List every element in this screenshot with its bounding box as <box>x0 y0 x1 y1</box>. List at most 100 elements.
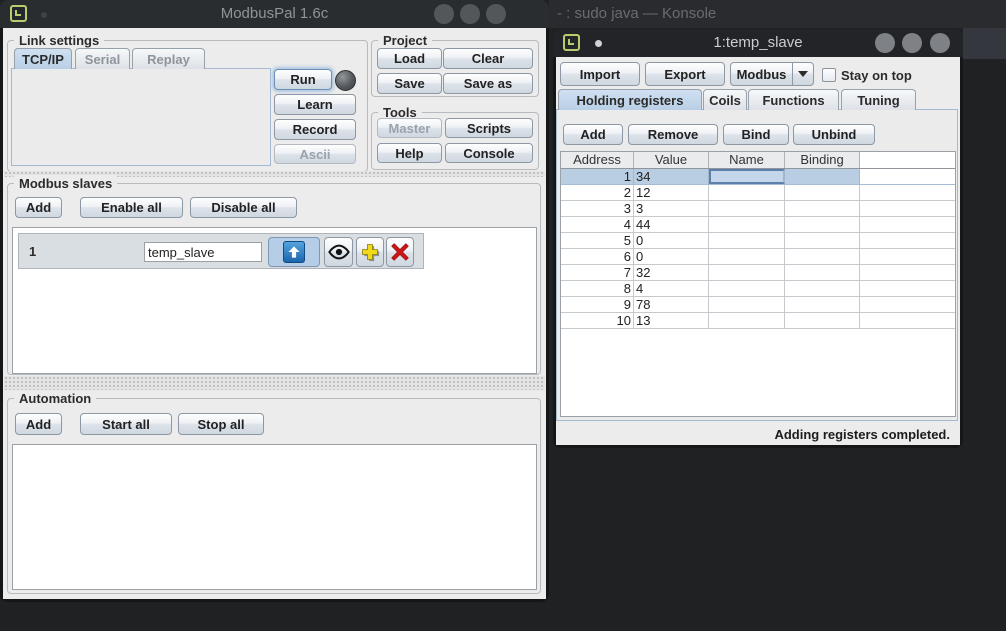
record-button[interactable]: Record <box>274 119 356 140</box>
tab-tuning[interactable]: Tuning <box>841 89 916 110</box>
table-cell[interactable] <box>785 249 860 264</box>
console-button[interactable]: Console <box>445 143 533 163</box>
column-header-address[interactable]: Address <box>561 152 634 168</box>
column-header-name[interactable]: Name <box>709 152 785 168</box>
table-cell[interactable]: 0 <box>634 233 709 248</box>
split-divider[interactable] <box>4 376 545 390</box>
slave-view-button[interactable] <box>324 237 353 267</box>
table-cell[interactable]: 3 <box>634 201 709 216</box>
learn-button[interactable]: Learn <box>274 94 356 115</box>
table-cell[interactable]: 3 <box>561 201 634 216</box>
table-cell[interactable] <box>785 201 860 216</box>
table-cell[interactable]: 10 <box>561 313 634 328</box>
close-button[interactable] <box>930 33 950 53</box>
table-cell[interactable] <box>709 169 785 184</box>
stay-on-top-checkbox[interactable] <box>822 68 836 82</box>
table-cell[interactable] <box>785 265 860 280</box>
tab-tcpip[interactable]: TCP/IP <box>14 48 72 69</box>
slave-row[interactable]: 1 <box>18 233 424 269</box>
table-cell[interactable] <box>785 217 860 232</box>
table-row[interactable]: 60 <box>561 249 955 265</box>
tab-coils[interactable]: Coils <box>703 89 747 110</box>
minimize-button[interactable] <box>875 33 895 53</box>
table-cell[interactable]: 34 <box>634 169 709 184</box>
table-cell[interactable] <box>785 185 860 200</box>
table-cell[interactable] <box>785 233 860 248</box>
table-cell[interactable] <box>709 233 785 248</box>
register-remove-button[interactable]: Remove <box>628 124 718 145</box>
table-cell[interactable]: 8 <box>561 281 634 296</box>
table-cell[interactable]: 7 <box>561 265 634 280</box>
tab-serial[interactable]: Serial <box>75 48 130 69</box>
start-all-button[interactable]: Start all <box>80 413 172 435</box>
combobox-arrow-button[interactable] <box>792 62 814 86</box>
help-button[interactable]: Help <box>377 143 442 163</box>
minimize-button[interactable] <box>434 4 454 24</box>
register-add-button[interactable]: Add <box>563 124 623 145</box>
slave-titlebar[interactable]: 1:temp_slave <box>553 29 963 57</box>
slave-name-input[interactable] <box>144 242 262 262</box>
table-cell[interactable] <box>785 169 860 184</box>
table-cell[interactable] <box>709 249 785 264</box>
slave-enable-toggle[interactable] <box>268 237 320 267</box>
column-header-value[interactable]: Value <box>634 152 709 168</box>
table-row[interactable]: 212 <box>561 185 955 201</box>
slave-add-function-button[interactable] <box>356 237 384 267</box>
clear-button[interactable]: Clear <box>443 48 533 69</box>
save-as-button[interactable]: Save as <box>443 73 533 94</box>
table-cell[interactable]: 12 <box>634 185 709 200</box>
enable-all-button[interactable]: Enable all <box>80 197 183 218</box>
disable-all-button[interactable]: Disable all <box>190 197 297 218</box>
load-button[interactable]: Load <box>377 48 442 69</box>
mode-combobox[interactable]: Modbus <box>730 62 793 86</box>
tab-holding-registers[interactable]: Holding registers <box>558 89 702 110</box>
table-cell[interactable] <box>709 281 785 296</box>
column-header-binding[interactable]: Binding <box>785 152 860 168</box>
table-cell[interactable] <box>709 265 785 280</box>
table-row[interactable]: 50 <box>561 233 955 249</box>
table-cell[interactable] <box>709 297 785 312</box>
table-cell[interactable] <box>785 313 860 328</box>
maximize-button[interactable] <box>460 4 480 24</box>
modbuspal-titlebar[interactable]: ModbusPal 1.6c <box>0 0 549 28</box>
table-cell[interactable] <box>785 297 860 312</box>
table-cell[interactable]: 5 <box>561 233 634 248</box>
close-button[interactable] <box>486 4 506 24</box>
run-button[interactable]: Run <box>274 69 332 90</box>
automation-add-button[interactable]: Add <box>15 413 62 435</box>
table-row[interactable]: 732 <box>561 265 955 281</box>
table-cell[interactable] <box>785 281 860 296</box>
table-cell[interactable] <box>709 217 785 232</box>
slave-delete-button[interactable] <box>386 237 414 267</box>
table-row[interactable]: 134 <box>561 169 955 185</box>
table-row[interactable]: 978 <box>561 297 955 313</box>
tab-functions[interactable]: Functions <box>748 89 839 110</box>
import-button[interactable]: Import <box>560 62 640 86</box>
table-cell[interactable]: 2 <box>561 185 634 200</box>
slave-add-button[interactable]: Add <box>15 197 62 218</box>
register-unbind-button[interactable]: Unbind <box>793 124 875 145</box>
table-cell[interactable]: 44 <box>634 217 709 232</box>
maximize-button[interactable] <box>902 33 922 53</box>
scripts-button[interactable]: Scripts <box>445 118 533 138</box>
register-bind-button[interactable]: Bind <box>723 124 789 145</box>
table-cell[interactable]: 78 <box>634 297 709 312</box>
table-cell[interactable] <box>709 185 785 200</box>
save-button[interactable]: Save <box>377 73 442 94</box>
table-cell[interactable]: 1 <box>561 169 634 184</box>
table-row[interactable]: 33 <box>561 201 955 217</box>
table-row[interactable]: 1013 <box>561 313 955 329</box>
table-cell[interactable]: 0 <box>634 249 709 264</box>
table-cell[interactable]: 4 <box>561 217 634 232</box>
table-cell[interactable]: 4 <box>634 281 709 296</box>
stop-all-button[interactable]: Stop all <box>178 413 264 435</box>
export-button[interactable]: Export <box>645 62 725 86</box>
table-row[interactable]: 84 <box>561 281 955 297</box>
table-cell[interactable]: 9 <box>561 297 634 312</box>
konsole-titlebar[interactable]: - : sudo java — Konsole <box>549 0 1006 28</box>
tab-replay[interactable]: Replay <box>132 48 205 69</box>
table-cell[interactable]: 13 <box>634 313 709 328</box>
table-cell[interactable]: 32 <box>634 265 709 280</box>
table-row[interactable]: 444 <box>561 217 955 233</box>
table-cell[interactable] <box>709 201 785 216</box>
